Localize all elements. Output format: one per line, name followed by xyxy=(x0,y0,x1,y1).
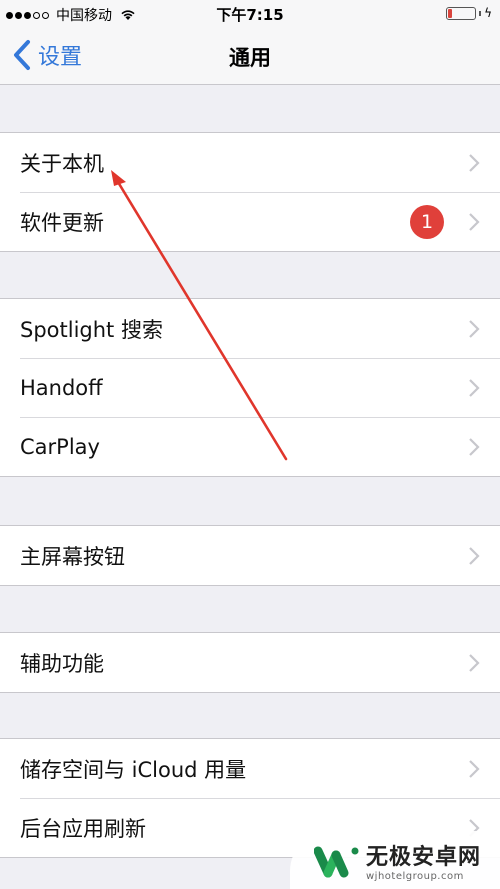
cell-accessibility[interactable]: 辅助功能 xyxy=(0,633,500,692)
chevron-right-icon xyxy=(469,653,480,672)
battery-nub xyxy=(479,10,482,16)
chevron-right-icon xyxy=(469,759,480,778)
navigation-bar: 设置 通用 xyxy=(0,28,500,85)
cell-spotlight-search[interactable]: Spotlight 搜索 xyxy=(0,299,500,358)
cell-label: Spotlight 搜索 xyxy=(20,317,163,342)
notification-badge: 1 xyxy=(410,204,444,239)
charging-bolt-icon: ϟ xyxy=(484,6,492,20)
battery-icon xyxy=(446,6,477,20)
cell-label: 储存空间与 iCloud 用量 xyxy=(20,757,247,782)
cell-carplay[interactable]: CarPlay xyxy=(0,417,500,476)
cell-label: Handoff xyxy=(20,375,103,400)
watermark-name: 无极安卓网 xyxy=(366,844,482,870)
chevron-right-icon xyxy=(469,378,480,397)
chevron-right-icon xyxy=(469,212,480,231)
page-title: 通用 xyxy=(229,46,271,70)
settings-group-accessibility: 辅助功能 xyxy=(0,632,500,693)
cell-label: 关于本机 xyxy=(20,151,104,176)
settings-group-about: 关于本机 软件更新 1 xyxy=(0,132,500,252)
chevron-right-icon xyxy=(469,437,480,456)
cell-handoff[interactable]: Handoff xyxy=(0,358,500,417)
watermark-url: wjhotelgroup.com xyxy=(366,870,464,882)
cell-label: CarPlay xyxy=(20,434,100,459)
status-bar: 中国移动 下午7:15 ϟ xyxy=(0,0,500,28)
status-time: 下午7:15 xyxy=(216,6,284,24)
cell-home-button[interactable]: 主屏幕按钮 xyxy=(0,526,500,585)
chevron-right-icon xyxy=(469,153,480,172)
settings-group-home-button: 主屏幕按钮 xyxy=(0,525,500,586)
watermark-logo-icon xyxy=(314,846,359,878)
cell-label: 主屏幕按钮 xyxy=(20,544,125,569)
cell-label: 后台应用刷新 xyxy=(20,816,146,841)
cell-software-update[interactable]: 软件更新 1 xyxy=(0,192,500,251)
settings-group-continuity: Spotlight 搜索 Handoff CarPlay xyxy=(0,298,500,477)
cell-label: 辅助功能 xyxy=(20,651,104,676)
cell-label: 软件更新 xyxy=(20,210,104,235)
watermark: 无极安卓网 wjhotelgroup.com xyxy=(290,831,500,889)
cell-storage-icloud[interactable]: 储存空间与 iCloud 用量 xyxy=(0,739,500,798)
chevron-right-icon xyxy=(469,319,480,338)
chevron-right-icon xyxy=(469,546,480,565)
cell-about[interactable]: 关于本机 xyxy=(0,133,500,192)
status-right: ϟ xyxy=(446,6,492,20)
